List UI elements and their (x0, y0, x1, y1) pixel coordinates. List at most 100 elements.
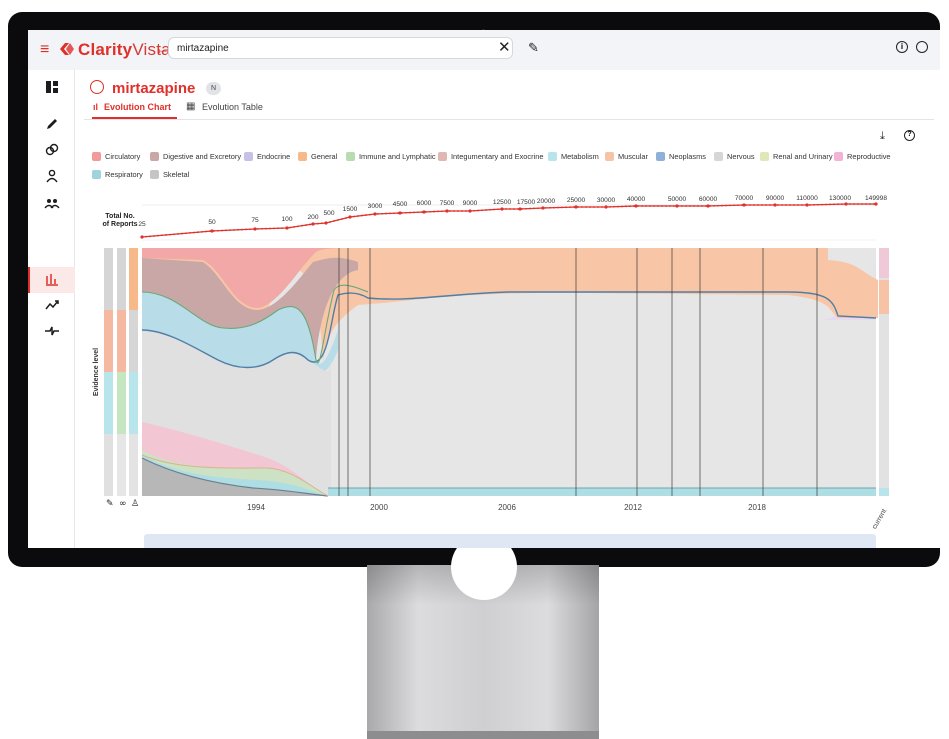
link-icon: ∞ (119, 499, 127, 509)
reports-point (353, 215, 355, 218)
reports-point (661, 205, 663, 207)
reports-point (493, 208, 495, 211)
reports-point (453, 210, 455, 212)
reports-point (701, 205, 703, 207)
x-tick-label: current (871, 508, 888, 530)
reports-milestone-point (675, 204, 679, 208)
evidence-strip-segment (117, 310, 126, 372)
evidence-strip-segment (129, 248, 138, 310)
reports-milestone-point (311, 222, 315, 226)
current-strip-segment (879, 488, 889, 496)
evidence-strip-segment (104, 310, 113, 372)
reports-point (829, 203, 831, 206)
y-axis-label: Evidence level (93, 348, 100, 396)
reports-point (757, 204, 759, 206)
reports-point (497, 208, 499, 211)
reports-milestone-point (500, 207, 504, 211)
reports-point (345, 217, 347, 219)
reports-point (841, 203, 843, 206)
reports-point (837, 203, 839, 206)
reports-milestone-label: 25000 (567, 197, 586, 204)
reports-point (569, 206, 571, 209)
reports-point (737, 204, 739, 207)
reports-point (625, 205, 627, 208)
reports-point (869, 203, 871, 205)
reports-point (329, 221, 331, 223)
reports-milestone-label: 20000 (537, 198, 556, 205)
reports-point (613, 205, 615, 208)
reports-point (257, 228, 259, 230)
reports-point (649, 205, 651, 207)
reports-point (525, 207, 527, 210)
reports-point (673, 205, 675, 207)
reports-milestone-label: 70000 (735, 195, 754, 202)
reports-milestone-label: 75 (251, 217, 259, 224)
evidence-strip-segment (117, 434, 126, 496)
reports-point (833, 203, 835, 206)
reports-point (409, 211, 411, 214)
reports-point (713, 204, 715, 207)
reports-point (237, 228, 239, 231)
reports-milestone-label: 130000 (829, 195, 851, 202)
reports-point (849, 203, 851, 205)
reports-milestone-label: 7500 (440, 200, 455, 207)
evidence-strip-segment (129, 372, 138, 434)
reports-point (413, 211, 415, 214)
reports-point (221, 229, 223, 232)
reports-milestone-point (634, 204, 638, 208)
reports-milestone-point (468, 209, 472, 213)
reports-point (317, 222, 319, 225)
reports-point (749, 204, 751, 206)
reports-label: Total No. (105, 213, 134, 220)
reports-point (157, 234, 159, 237)
reports-milestone-point (574, 205, 578, 209)
reports-point (341, 218, 343, 220)
reports-milestone-label: 9000 (463, 200, 478, 207)
reports-point (269, 227, 271, 230)
reports-milestone-label: 100 (281, 216, 292, 223)
reports-point (489, 208, 491, 211)
reports-point (369, 213, 371, 216)
reports-milestone-label: 500 (323, 210, 334, 217)
reports-point (537, 207, 539, 210)
reports-point (561, 206, 563, 209)
reports-point (717, 204, 719, 207)
reports-point (173, 233, 175, 236)
reports-point (473, 209, 475, 212)
reports-point (241, 228, 243, 231)
stand-base (367, 731, 599, 739)
reports-point (321, 222, 323, 225)
reports-point (505, 208, 507, 210)
reports-point (589, 206, 591, 208)
reports-point (693, 205, 695, 207)
x-tick-label: 2000 (370, 503, 388, 512)
reports-milestone-point (773, 203, 777, 207)
reports-point (777, 204, 779, 206)
reports-point (357, 215, 359, 217)
reports-point (865, 203, 867, 205)
reports-milestone-point (874, 202, 878, 206)
reports-milestone-point (445, 209, 449, 213)
x-tick-label: 1994 (247, 503, 265, 512)
reports-point (165, 234, 167, 236)
reports-milestone-label: 25 (138, 221, 146, 228)
reports-point (293, 226, 295, 228)
reports-point (553, 206, 555, 209)
reports-milestone-label: 40000 (627, 196, 646, 203)
reports-milestone-point (398, 211, 402, 215)
reports-point (557, 206, 559, 209)
reports-point (437, 210, 439, 213)
reports-point (217, 229, 219, 232)
reports-point (189, 231, 191, 234)
reports-point (305, 224, 307, 226)
x-tick-label: 2018 (748, 503, 766, 512)
timeline-brush[interactable] (144, 534, 876, 548)
reports-point (581, 206, 583, 208)
reports-milestone-label: 149998 (865, 195, 887, 202)
reports-point (549, 206, 551, 209)
current-strip-segment (879, 248, 889, 278)
reports-point (617, 205, 619, 208)
reports-milestone-label: 1500 (343, 206, 358, 213)
reports-milestone-point (541, 206, 545, 210)
reports-point (725, 204, 727, 207)
